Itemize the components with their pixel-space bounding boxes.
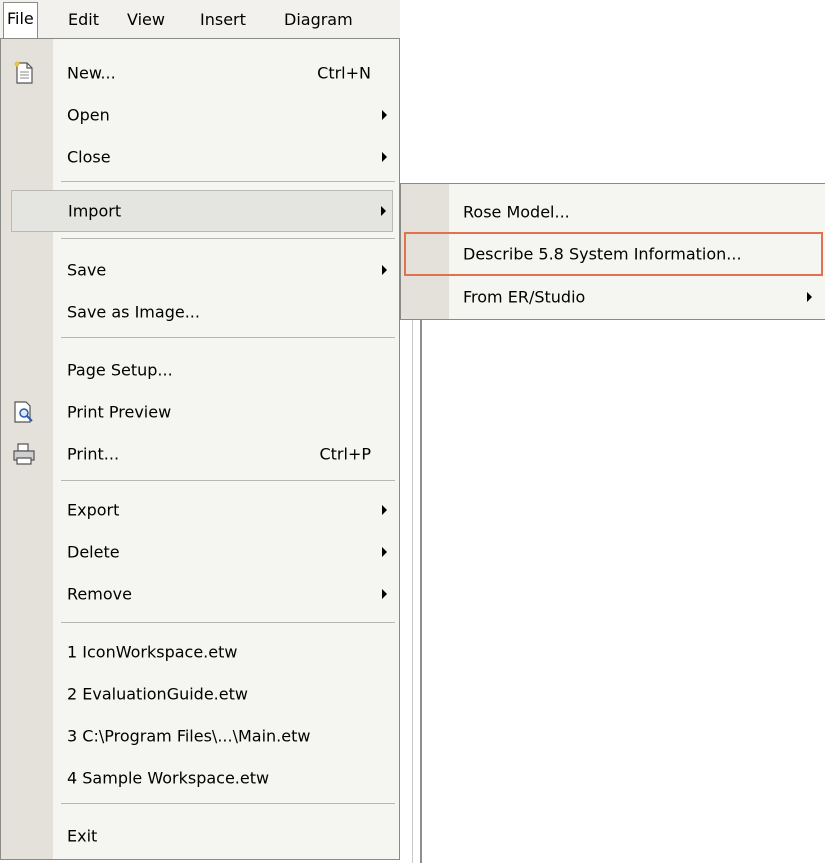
menu-edit[interactable]: Edit	[64, 6, 103, 34]
recent-file-2[interactable]: 2 EvaluationGuide.etw	[1, 673, 399, 715]
menu-item-save-as-image[interactable]: Save as Image...	[1, 291, 399, 333]
menu-item-label: Save	[67, 260, 107, 280]
menu-item-open[interactable]: Open	[1, 94, 399, 136]
submenu-arrow-icon	[807, 292, 812, 302]
menu-view[interactable]: View	[123, 6, 169, 34]
menu-item-label: 4 Sample Workspace.etw	[67, 768, 270, 788]
menu-item-label: Print Preview	[67, 402, 172, 422]
menu-item-label: From ER/Studio	[463, 287, 586, 307]
menu-insert[interactable]: Insert	[196, 6, 250, 34]
menu-item-close[interactable]: Close	[1, 136, 399, 178]
submenu-item-from-er-studio[interactable]: From ER/Studio	[401, 275, 825, 319]
menu-item-label: Delete	[67, 542, 120, 562]
menu-bar: File Edit View Insert Diagram	[0, 0, 400, 39]
menu-separator	[61, 480, 395, 481]
recent-file-4[interactable]: 4 Sample Workspace.etw	[1, 757, 399, 799]
printer-icon	[11, 441, 37, 467]
menu-file[interactable]: File	[3, 2, 38, 39]
menu-item-label: Open	[67, 105, 110, 125]
submenu-arrow-icon	[381, 206, 386, 216]
menu-separator	[61, 337, 395, 338]
menu-item-label: New...	[67, 63, 116, 83]
recent-file-1[interactable]: 1 IconWorkspace.etw	[1, 631, 399, 673]
recent-file-3[interactable]: 3 C:\Program Files\...\Main.etw	[1, 715, 399, 757]
background-line	[420, 320, 422, 863]
menu-item-label: Page Setup...	[67, 360, 173, 380]
submenu-arrow-icon	[382, 589, 387, 599]
menu-item-delete[interactable]: Delete	[1, 531, 399, 573]
menu-item-label: 1 IconWorkspace.etw	[67, 642, 238, 662]
menu-item-import[interactable]: Import	[11, 190, 393, 232]
menu-item-label: Close	[67, 147, 111, 167]
menu-item-exit[interactable]: Exit	[1, 815, 399, 857]
menu-separator	[61, 238, 395, 239]
shortcut-label: Ctrl+N	[317, 63, 371, 83]
menu-item-label: Import	[68, 201, 122, 221]
submenu-arrow-icon	[382, 110, 387, 120]
file-menu: New... Ctrl+N Open Close Import Save Sav…	[0, 38, 400, 860]
menu-item-label: Export	[67, 500, 120, 520]
import-submenu: Rose Model... Describe 5.8 System Inform…	[400, 183, 825, 320]
print-preview-icon	[11, 399, 37, 425]
menu-item-label: Describe 5.8 System Information...	[463, 244, 742, 264]
submenu-item-describe-system-info[interactable]: Describe 5.8 System Information...	[404, 232, 823, 276]
menu-item-print-preview[interactable]: Print Preview	[1, 391, 399, 433]
menu-separator	[61, 803, 395, 804]
background-line	[412, 320, 413, 863]
submenu-item-rose-model[interactable]: Rose Model...	[401, 190, 825, 234]
menu-item-new[interactable]: New... Ctrl+N	[1, 52, 399, 94]
menu-item-export[interactable]: Export	[1, 489, 399, 531]
menu-item-label: Print...	[67, 444, 120, 464]
menu-item-label: 3 C:\Program Files\...\Main.etw	[67, 726, 311, 746]
menu-item-label: 2 EvaluationGuide.etw	[67, 684, 248, 704]
submenu-arrow-icon	[382, 265, 387, 275]
submenu-arrow-icon	[382, 152, 387, 162]
menu-separator	[61, 622, 395, 623]
menu-item-print[interactable]: Print... Ctrl+P	[1, 433, 399, 475]
submenu-arrow-icon	[382, 505, 387, 515]
menu-item-remove[interactable]: Remove	[1, 573, 399, 615]
menu-item-label: Rose Model...	[463, 202, 570, 222]
shortcut-label: Ctrl+P	[319, 444, 371, 464]
new-document-icon	[11, 60, 37, 86]
menu-item-label: Save as Image...	[67, 302, 200, 322]
menu-item-page-setup[interactable]: Page Setup...	[1, 349, 399, 391]
menu-item-save[interactable]: Save	[1, 249, 399, 291]
menu-item-label: Exit	[67, 826, 98, 846]
menu-separator	[61, 181, 395, 182]
menu-item-label: Remove	[67, 584, 132, 604]
submenu-arrow-icon	[382, 547, 387, 557]
menu-diagram[interactable]: Diagram	[280, 6, 357, 34]
